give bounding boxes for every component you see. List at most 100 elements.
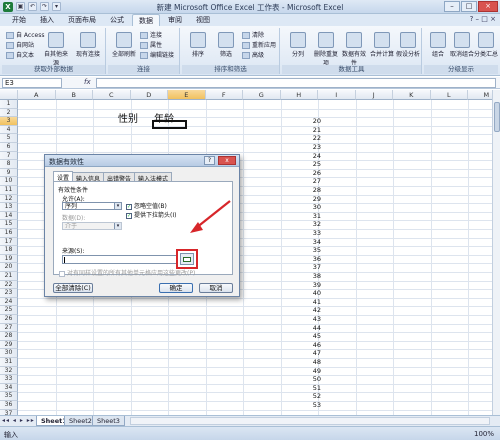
cell-column-i[interactable]: 48 [299, 358, 321, 367]
ignore-blank-checkbox[interactable]: ✓ 忽略空值(B) [126, 201, 167, 210]
cell-column-i[interactable]: 26 [299, 169, 321, 178]
from-web-button[interactable]: 自网站 [6, 40, 34, 49]
formula-input[interactable] [96, 78, 496, 88]
row-header[interactable]: 36 [0, 401, 18, 410]
connections-button[interactable]: 连接 [140, 30, 162, 39]
from-text-button[interactable]: 自文本 [6, 50, 34, 59]
cell-column-i[interactable]: 43 [299, 315, 321, 324]
cell-column-i[interactable]: 39 [299, 281, 321, 290]
row-header[interactable]: 12 [0, 194, 18, 204]
cell-column-i[interactable]: 45 [299, 332, 321, 341]
ribbon-restore-icon[interactable]: □ [481, 15, 488, 23]
scroll-thumb[interactable] [494, 102, 500, 132]
row-header[interactable]: 30 [0, 349, 18, 358]
column-header[interactable]: J [355, 90, 393, 100]
row-header[interactable]: 8 [0, 160, 18, 169]
cell-column-i[interactable]: 49 [299, 367, 321, 376]
cell-column-i[interactable]: 20 [299, 117, 321, 126]
cell-column-i[interactable]: 47 [299, 349, 321, 358]
row-header[interactable]: 33 [0, 375, 18, 384]
cell-column-i[interactable]: 52 [299, 392, 321, 401]
minimize-button[interactable]: – [444, 1, 460, 12]
cell-column-i[interactable]: 53 [299, 401, 321, 410]
row-header[interactable]: 5 [0, 134, 18, 143]
row-header[interactable]: 21 [0, 272, 18, 281]
maximize-button[interactable]: □ [461, 1, 477, 12]
row-header[interactable]: 3 [0, 117, 18, 126]
cell-column-i[interactable]: 34 [299, 238, 321, 247]
sort-button[interactable]: 排序 [184, 32, 212, 58]
column-header[interactable]: E [168, 90, 206, 100]
other-sources-button[interactable]: 自其他来源 [42, 32, 70, 67]
advanced-button[interactable]: 高级 [242, 50, 264, 59]
filter-button[interactable]: 筛选 [212, 32, 240, 58]
cancel-button[interactable]: 取消 [199, 283, 233, 293]
cell-column-i[interactable]: 32 [299, 220, 321, 229]
column-header[interactable]: G [243, 90, 281, 100]
cell-column-i[interactable]: 46 [299, 341, 321, 350]
cell-column-i[interactable]: 25 [299, 160, 321, 169]
vertical-scrollbar[interactable] [492, 90, 500, 415]
clear-button[interactable]: 清除 [242, 30, 264, 39]
from-access-button[interactable]: 自 Access [6, 30, 44, 39]
sheet-nav-arrows[interactable]: ◂◂ ◂ ▸ ▸▸ [2, 417, 35, 424]
cell-column-i[interactable]: 36 [299, 255, 321, 264]
row-header[interactable]: 15 [0, 220, 18, 229]
cell-e2[interactable]: 年龄 [154, 110, 174, 125]
consolidate-button[interactable]: 合并计算 [368, 32, 396, 58]
row-header[interactable]: 11 [0, 186, 18, 195]
row-header[interactable]: 19 [0, 254, 18, 264]
row-header[interactable]: 2 [0, 108, 18, 118]
cell-column-i[interactable]: 42 [299, 306, 321, 315]
cell-column-i[interactable]: 22 [299, 134, 321, 143]
row-header[interactable]: 7 [0, 151, 18, 161]
cell-column-i[interactable]: 37 [299, 263, 321, 272]
text-to-columns-button[interactable]: 分列 [284, 32, 312, 58]
row-header[interactable]: 1 [0, 100, 18, 109]
help-icon[interactable]: ? [470, 15, 474, 23]
row-header[interactable]: 28 [0, 332, 18, 341]
row-header[interactable]: 10 [0, 177, 18, 186]
tab-page-layout[interactable]: 页面布局 [62, 14, 102, 26]
cell-column-i[interactable]: 38 [299, 272, 321, 281]
cell-column-i[interactable]: 21 [299, 126, 321, 135]
remove-duplicates-button[interactable]: 删除重复项 [312, 32, 340, 67]
cell-column-i[interactable]: 27 [299, 177, 321, 186]
allow-select[interactable]: 序列 ▾ [62, 202, 122, 210]
subtotal-button[interactable]: 分类汇总 [472, 32, 500, 58]
row-header[interactable]: 16 [0, 229, 18, 238]
horizontal-scrollbar[interactable] [130, 417, 490, 425]
cell-column-i[interactable]: 28 [299, 186, 321, 195]
row-header[interactable]: 26 [0, 315, 18, 324]
edit-links-button[interactable]: 编辑链接 [140, 50, 174, 59]
column-header[interactable]: I [318, 90, 356, 100]
tab-insert[interactable]: 插入 [34, 14, 60, 26]
row-header[interactable]: 4 [0, 125, 18, 135]
cell-column-i[interactable]: 29 [299, 195, 321, 204]
row-header[interactable]: 32 [0, 366, 18, 376]
cell-d2[interactable]: 性别 [118, 110, 138, 125]
column-header[interactable]: B [55, 90, 93, 100]
row-header[interactable]: 6 [0, 143, 18, 152]
row-header[interactable]: 20 [0, 263, 18, 272]
properties-button[interactable]: 属性 [140, 40, 162, 49]
cell-column-i[interactable]: 40 [299, 289, 321, 298]
row-header[interactable]: 14 [0, 211, 18, 221]
column-header[interactable]: F [205, 90, 243, 100]
column-header[interactable]: K [393, 90, 431, 100]
in-cell-dropdown-checkbox[interactable]: ✓ 提供下拉箭头(I) [126, 210, 176, 219]
cell-column-i[interactable]: 31 [299, 212, 321, 221]
what-if-button[interactable]: 假设分析 [394, 32, 422, 58]
column-header[interactable]: H [280, 90, 318, 100]
cell-column-i[interactable]: 30 [299, 203, 321, 212]
tab-formulas[interactable]: 公式 [104, 14, 130, 26]
fx-icon[interactable]: fx [84, 78, 91, 86]
select-all-corner[interactable] [0, 90, 18, 100]
cell-column-i[interactable]: 35 [299, 246, 321, 255]
dialog-close-icon[interactable]: x [218, 156, 236, 165]
row-header[interactable]: 9 [0, 168, 18, 178]
cell-column-i[interactable]: 23 [299, 143, 321, 152]
column-header[interactable]: M [468, 90, 492, 100]
tab-review[interactable]: 审阅 [162, 14, 188, 26]
tab-view[interactable]: 视图 [190, 14, 216, 26]
